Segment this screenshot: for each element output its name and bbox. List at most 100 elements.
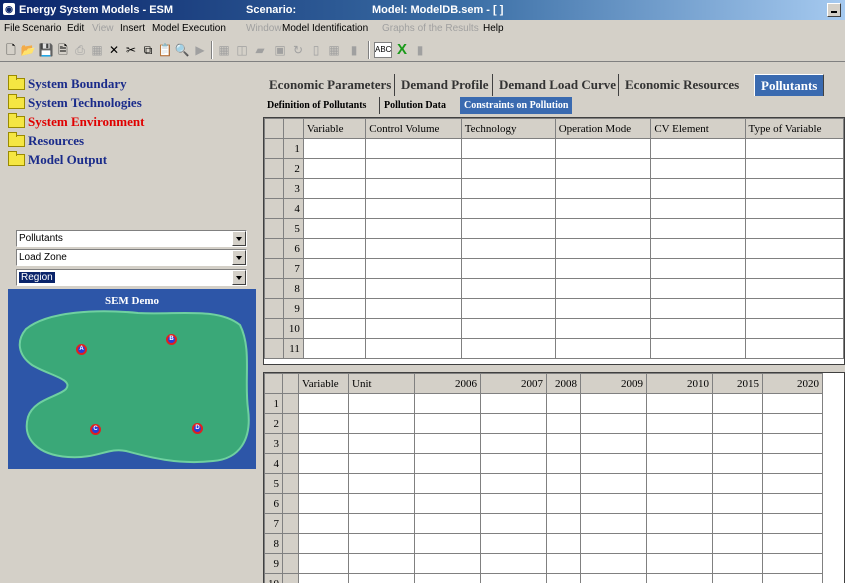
table-cell[interactable]	[580, 533, 647, 554]
column-header[interactable]: Technology	[460, 118, 556, 139]
table-cell[interactable]	[302, 258, 367, 279]
table-cell[interactable]	[712, 433, 763, 454]
table-cell[interactable]	[365, 178, 462, 199]
column-header[interactable]: 2010	[646, 373, 713, 394]
table-cell[interactable]	[650, 298, 746, 319]
table-cell[interactable]	[414, 393, 481, 414]
table-cell[interactable]	[762, 473, 823, 494]
row-header[interactable]: 10	[264, 573, 283, 583]
grid-icon[interactable]: ▦	[216, 42, 232, 58]
table-cell[interactable]	[460, 278, 556, 299]
table-cell[interactable]	[414, 513, 481, 534]
table-cell[interactable]	[712, 473, 763, 494]
table-cell[interactable]	[646, 533, 713, 554]
layer-icon[interactable]: ▣	[272, 42, 288, 58]
column-header[interactable]: 2008	[546, 373, 581, 394]
column-header[interactable]: 2006	[414, 373, 481, 394]
table-cell[interactable]	[302, 298, 367, 319]
table-cell[interactable]	[298, 413, 349, 434]
table-cell[interactable]	[554, 338, 652, 359]
table-cell[interactable]	[480, 473, 547, 494]
table-cell[interactable]	[744, 178, 844, 199]
pollutants-select[interactable]: Pollutants	[16, 230, 247, 247]
row-header[interactable]: 1	[282, 138, 304, 159]
table-cell[interactable]	[365, 318, 462, 339]
table-cell[interactable]	[646, 453, 713, 474]
table-cell[interactable]	[554, 178, 652, 199]
table-cell[interactable]	[744, 278, 844, 299]
table-cell[interactable]	[712, 393, 763, 414]
table-cell[interactable]	[762, 493, 823, 514]
subtab-pollution-data[interactable]: Pollution Data	[379, 97, 450, 114]
table-cell[interactable]	[460, 178, 556, 199]
table-cell[interactable]	[580, 433, 647, 454]
column-header[interactable]: Type of Variable	[744, 118, 844, 139]
table-cell[interactable]	[580, 573, 647, 583]
table-cell[interactable]	[414, 453, 481, 474]
column-header[interactable]: Variable	[298, 373, 349, 394]
table-cell[interactable]	[480, 573, 547, 583]
tree-item-system-boundary[interactable]: System Boundary	[6, 74, 256, 93]
table-cell[interactable]	[580, 413, 647, 434]
table-cell[interactable]	[480, 493, 547, 514]
region-marker-b[interactable]: B	[166, 334, 177, 345]
region-select[interactable]: Region	[16, 269, 247, 286]
row-header[interactable]: 7	[264, 513, 283, 534]
tab-demand-profile[interactable]: Demand Profile	[394, 74, 495, 96]
menu-scenario[interactable]: Scenario	[22, 23, 61, 34]
table-cell[interactable]	[546, 453, 581, 474]
table-cell[interactable]	[762, 553, 823, 574]
table-cell[interactable]	[762, 513, 823, 534]
table-cell[interactable]	[744, 218, 844, 239]
table-cell[interactable]	[546, 573, 581, 583]
table-cell[interactable]	[348, 533, 415, 554]
table-cell[interactable]	[650, 178, 746, 199]
row-header[interactable]: 7	[282, 258, 304, 279]
row-header[interactable]: 9	[282, 298, 304, 319]
paste-icon[interactable]: 📋	[157, 42, 173, 58]
table-cell[interactable]	[546, 553, 581, 574]
table-cell[interactable]	[546, 413, 581, 434]
table-cell[interactable]	[348, 433, 415, 454]
chevron-down-icon[interactable]	[232, 270, 246, 285]
table-cell[interactable]	[365, 278, 462, 299]
table-cell[interactable]	[348, 553, 415, 574]
row-header[interactable]: 5	[264, 473, 283, 494]
table-cell[interactable]	[298, 533, 349, 554]
table-cell[interactable]	[414, 493, 481, 514]
menu-graphs[interactable]: Graphs of the Results	[382, 23, 479, 34]
menu-view[interactable]: View	[92, 23, 114, 34]
menu-file[interactable]: File	[4, 23, 20, 34]
table-cell[interactable]	[460, 198, 556, 219]
table-cell[interactable]	[744, 258, 844, 279]
binoculars-icon[interactable]: 🔍	[174, 42, 190, 58]
row-header[interactable]: 3	[282, 178, 304, 199]
row-header[interactable]: 8	[264, 533, 283, 554]
menu-help[interactable]: Help	[483, 23, 504, 34]
subtab-definition-of-pollutants[interactable]: Definition of Pollutants	[263, 97, 370, 114]
region-marker-a[interactable]: A	[76, 344, 87, 355]
table-cell[interactable]	[302, 198, 367, 219]
table-cell[interactable]	[744, 138, 844, 159]
table-cell[interactable]	[480, 513, 547, 534]
table-cell[interactable]	[762, 413, 823, 434]
extra-icon[interactable]: ▮	[412, 42, 428, 58]
copy-icon[interactable]: ⧉	[140, 42, 156, 58]
row-header[interactable]: 4	[282, 198, 304, 219]
tab-economic-resources[interactable]: Economic Resources	[618, 74, 745, 96]
table-cell[interactable]	[650, 318, 746, 339]
table-cell[interactable]	[650, 338, 746, 359]
menu-window[interactable]: Window	[246, 23, 282, 34]
table-cell[interactable]	[580, 553, 647, 574]
column-header[interactable]: Unit	[348, 373, 415, 394]
table-cell[interactable]	[302, 178, 367, 199]
table-cell[interactable]	[762, 533, 823, 554]
tab-pollutants[interactable]: Pollutants	[754, 74, 825, 96]
table-cell[interactable]	[298, 473, 349, 494]
subtab-constraints-on-pollution[interactable]: Constraints on Pollution	[460, 97, 573, 114]
menu-model-identification[interactable]: Model Identification	[282, 23, 368, 34]
table-cell[interactable]	[744, 298, 844, 319]
column-header[interactable]: 2020	[762, 373, 823, 394]
table-cell[interactable]	[460, 158, 556, 179]
pollution-values-grid[interactable]: Variable Unit 2006 2007 2008 2009 2010 2…	[263, 372, 845, 583]
